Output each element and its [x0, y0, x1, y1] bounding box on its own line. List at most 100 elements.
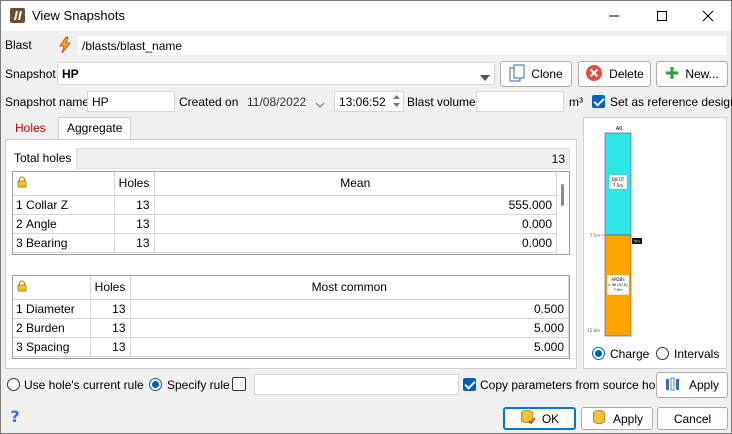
svg-text:?: ? — [10, 408, 19, 424]
holes-column-header[interactable]: Holes — [114, 172, 155, 196]
most-common-table: Holes Most common 1 Diameter 13 0.500 2 … — [12, 275, 570, 359]
intervals-radio[interactable] — [656, 347, 669, 360]
table-row[interactable]: 2 Angle 13 0.000 — [13, 214, 557, 234]
row-mean: 0.000 — [154, 233, 557, 253]
created-date-value: 11/08/2022 — [247, 95, 307, 109]
database-icon — [591, 409, 607, 428]
copy-parameters-checkbox[interactable] — [463, 378, 476, 391]
apply-button[interactable]: Apply — [581, 407, 653, 430]
table-row[interactable]: 1 Collar Z 13 555.000 — [13, 195, 557, 215]
title-bar: View Snapshots — [1, 1, 731, 31]
specify-rule-label: Specify rule — [167, 378, 230, 392]
lock-icon — [17, 176, 27, 191]
new-button[interactable]: New... — [656, 61, 728, 87]
charge-radio-label: Charge — [610, 347, 650, 361]
row-holes: 13 — [114, 214, 155, 234]
row-name: Burden — [26, 320, 65, 335]
row-index: 2 — [16, 216, 23, 231]
mean-table-scrollbar[interactable] — [557, 172, 569, 254]
bottom-depth-label: 15.0m — [587, 328, 600, 333]
lock-header[interactable] — [13, 276, 91, 300]
charge-diagram-panel: A0 DJCUT 7.5m 7.5m 5m APDBS 0.96 (OCD) 7… — [583, 117, 727, 369]
row-name: Angle — [26, 216, 57, 231]
view-snapshots-window: View Snapshots Blast /blasts/blast_name … — [0, 0, 732, 434]
close-button[interactable] — [685, 1, 731, 31]
row-index: 1 — [16, 301, 23, 316]
table-row[interactable]: 1 Diameter 13 0.500 — [13, 299, 569, 319]
created-date-field[interactable]: 11/08/2022 — [242, 91, 330, 112]
most-common-column-header[interactable]: Most common — [130, 276, 569, 300]
row-name: Spacing — [26, 339, 70, 354]
lock-header[interactable] — [13, 172, 115, 196]
rule-apply-label: Apply — [688, 378, 720, 392]
ok-button[interactable]: OK — [503, 407, 576, 430]
total-holes-label: Total holes — [14, 151, 72, 165]
row-value: 5.000 — [130, 337, 569, 357]
delete-button[interactable]: Delete — [578, 61, 651, 87]
row-name: Collar Z — [26, 197, 69, 212]
specify-rule-checkbox[interactable] — [232, 377, 246, 391]
stemming-length: 7.5m — [613, 183, 623, 188]
tab-holes[interactable]: Holes — [7, 118, 54, 140]
snapshot-name-label: Snapshot name — [5, 95, 90, 109]
time-spinner-icon — [393, 94, 400, 111]
blast-volume-label: Blast volume — [407, 95, 476, 109]
holes-column-header[interactable]: Holes — [90, 276, 131, 300]
table-row[interactable]: 3 Bearing 13 0.000 — [13, 233, 557, 253]
clone-icon — [509, 64, 525, 85]
clone-label: Clone — [531, 67, 563, 81]
row-name-cell: 2 Burden — [13, 318, 91, 338]
rule-apply-button[interactable]: Apply — [656, 372, 728, 398]
blast-icon — [57, 36, 73, 57]
mean-column-header[interactable]: Mean — [154, 172, 557, 196]
snapshot-name-input[interactable]: HP — [87, 91, 175, 112]
blast-volume-input[interactable] — [476, 91, 564, 112]
row-holes: 13 — [90, 299, 131, 319]
row-mean: 0.000 — [154, 214, 557, 234]
table-row[interactable]: 2 Burden 13 5.000 — [13, 318, 569, 338]
snapshot-select[interactable]: HP — [57, 62, 495, 85]
charge-length: 7.5m — [614, 288, 624, 292]
clone-button[interactable]: Clone — [500, 61, 572, 87]
row-index: 3 — [16, 339, 23, 354]
total-holes-value: 13 — [76, 148, 570, 169]
row-name-cell: 1 Diameter — [13, 299, 91, 319]
scrollbar-thumb[interactable] — [561, 184, 564, 206]
minimize-button[interactable] — [591, 1, 637, 31]
tab-aggregate[interactable]: Aggregate — [58, 117, 132, 140]
row-name-cell: 1 Collar Z — [13, 195, 115, 215]
created-on-label: Created on — [179, 95, 239, 109]
help-icon[interactable]: ? — [8, 407, 22, 427]
ok-label: OK — [541, 411, 560, 426]
rule-input[interactable] — [254, 374, 459, 395]
row-name-cell: 2 Angle — [13, 214, 115, 234]
row-name-cell: 3 Spacing — [13, 337, 91, 357]
charge-density: 0.96 (OCD) — [608, 283, 628, 287]
created-time-value: 13:06:52 — [339, 95, 386, 109]
row-mean: 555.000 — [154, 195, 557, 215]
apply-label: Apply — [612, 411, 644, 426]
database-check-icon — [520, 409, 536, 428]
blast-path-field[interactable]: /blasts/blast_name — [77, 35, 727, 56]
row-holes: 13 — [90, 337, 131, 357]
specify-rule-radio[interactable] — [149, 378, 162, 391]
row-name-cell: 3 Bearing — [13, 233, 115, 253]
reference-design-checkbox[interactable] — [592, 95, 605, 108]
charge-diagram: A0 DJCUT 7.5m 7.5m 5m APDBS 0.96 (OCD) 7… — [587, 126, 642, 337]
stemming-name: DJCUT — [612, 177, 625, 182]
row-name: Diameter — [26, 301, 75, 316]
use-current-rule-radio[interactable] — [7, 378, 20, 391]
reference-design-label: Set as reference design — [610, 95, 732, 109]
apply-rule-icon — [665, 377, 683, 394]
charge-radio[interactable] — [592, 347, 605, 360]
use-current-rule-label: Use hole's current rule — [24, 378, 144, 392]
maximize-button[interactable] — [639, 1, 685, 31]
row-value: 5.000 — [130, 318, 569, 338]
cancel-button[interactable]: Cancel — [657, 407, 728, 430]
created-time-field[interactable]: 13:06:52 — [334, 91, 404, 112]
aggregate-panel: Total holes 13 Holes Mean 1 Collar Z 13 — [5, 139, 577, 369]
snapshot-label: Snapshot — [5, 67, 56, 81]
delete-label: Delete — [609, 67, 644, 81]
mid-depth-label: 7.5m — [590, 233, 600, 238]
table-row[interactable]: 3 Spacing 13 5.000 — [13, 337, 569, 357]
